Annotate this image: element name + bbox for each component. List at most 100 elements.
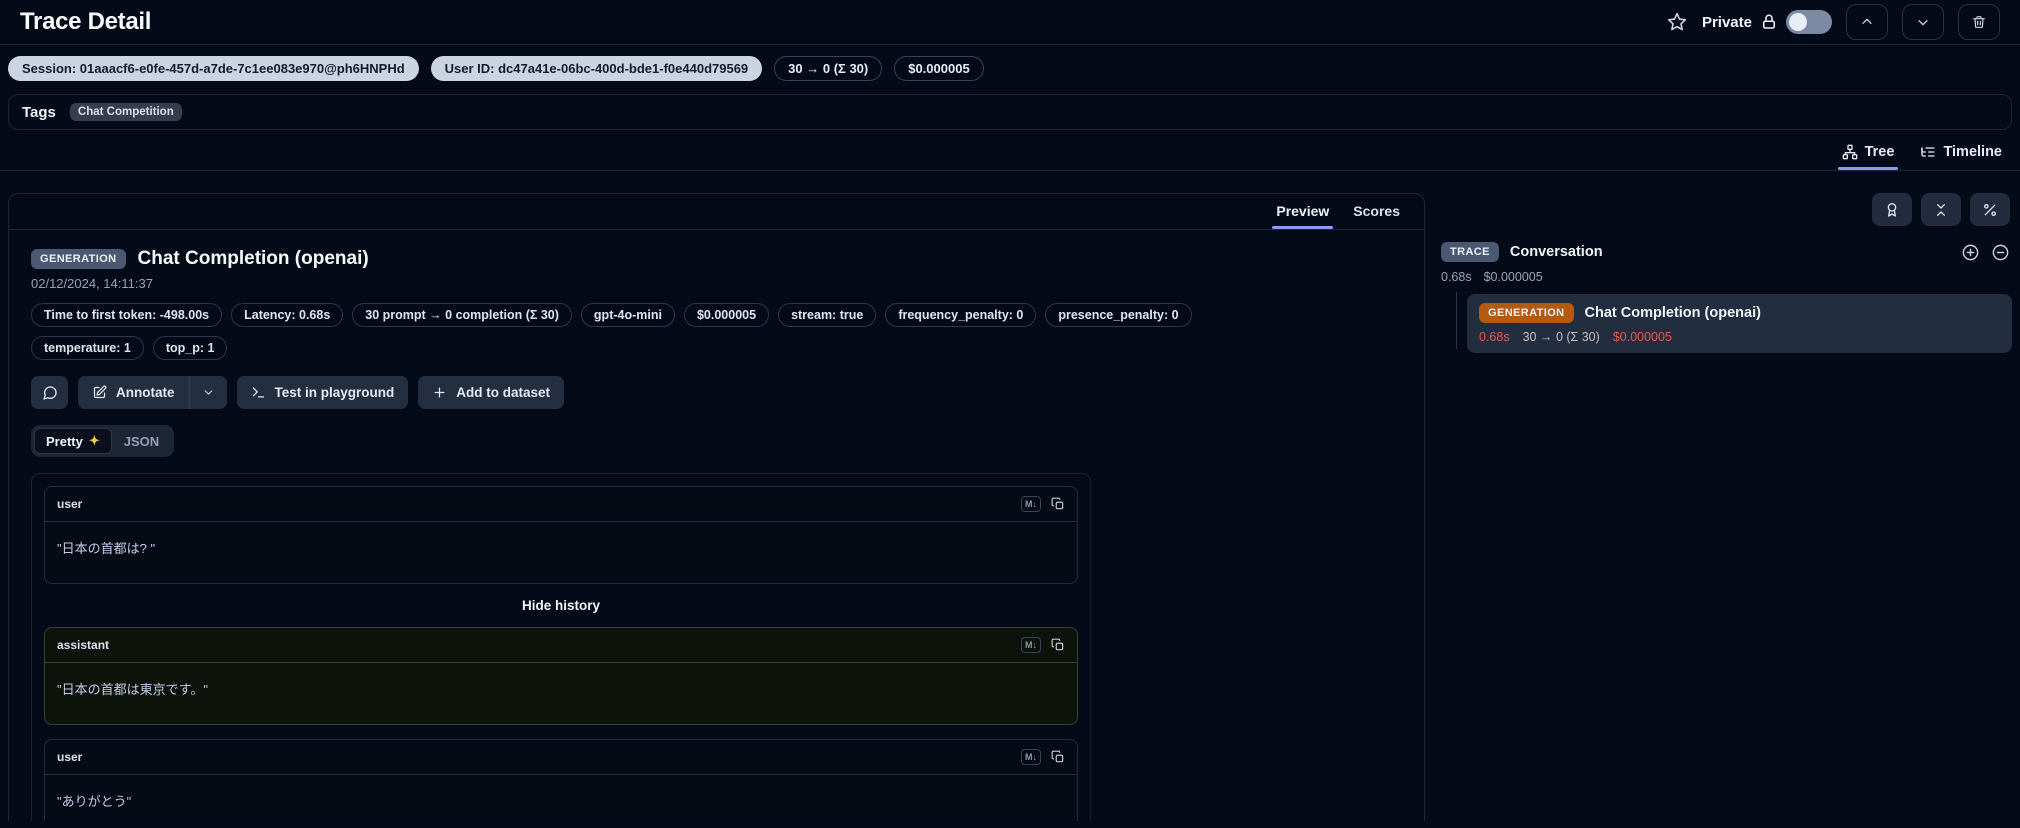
- generation-latency: 0.68s: [1479, 330, 1510, 344]
- page-title: Trace Detail: [20, 8, 152, 35]
- add-to-dataset-button[interactable]: Add to dataset: [418, 376, 565, 409]
- message-actions: M↓: [1021, 749, 1065, 765]
- message-content: "ありがとう": [57, 794, 132, 809]
- generation-node-header: GENERATION Chat Completion (openai): [1479, 303, 2000, 323]
- next-trace-button[interactable]: [1902, 4, 1944, 40]
- tag-chat-competition[interactable]: Chat Competition: [69, 103, 182, 121]
- obs-cost-badge: $0.000005: [683, 303, 770, 327]
- dataset-label: Add to dataset: [456, 385, 551, 400]
- scores-toggle-button[interactable]: [1872, 193, 1912, 226]
- message-actions: M↓: [1021, 637, 1065, 653]
- comment-button[interactable]: [31, 376, 68, 409]
- trace-type-badge: TRACE: [1441, 242, 1499, 262]
- generation-tokens: 30 → 0 (Σ 30): [1522, 330, 1600, 344]
- timeline-icon: [1920, 144, 1936, 160]
- pretty-label: Pretty: [46, 433, 83, 449]
- markdown-icon[interactable]: M↓: [1021, 637, 1041, 653]
- trace-root-node[interactable]: TRACE Conversation: [1439, 238, 2012, 266]
- annotate-dropdown[interactable]: [190, 376, 227, 409]
- annotate-split-button: Annotate: [78, 376, 227, 409]
- privacy-control: Private: [1702, 10, 1832, 34]
- observation-timestamp: 02/12/2024, 14:11:37: [31, 276, 153, 291]
- annotate-button[interactable]: Annotate: [78, 376, 189, 409]
- generation-node-badge: GENERATION: [1479, 303, 1574, 323]
- tags-row: Tags Chat Competition: [8, 94, 2012, 130]
- comment-icon: [42, 385, 58, 401]
- percent-icon: [1982, 202, 1998, 218]
- message-assistant: assistant M↓ "日本の首都は東京です。": [44, 627, 1078, 725]
- message-header: user M↓: [45, 487, 1077, 522]
- message-header: assistant M↓: [45, 628, 1077, 663]
- playground-label: Test in playground: [274, 385, 395, 400]
- test-in-playground-button[interactable]: Test in playground: [236, 376, 409, 409]
- markdown-icon[interactable]: M↓: [1021, 496, 1041, 512]
- observation-title: Chat Completion (openai): [137, 248, 369, 269]
- latency-badge: Latency: 0.68s: [231, 303, 344, 327]
- prompt-completion-badge: 30 prompt → 0 completion (Σ 30): [352, 303, 572, 327]
- message-content: "日本の首都は? ": [57, 541, 156, 556]
- privacy-toggle[interactable]: [1786, 10, 1832, 34]
- message-role: user: [57, 750, 83, 764]
- message-role: assistant: [57, 638, 110, 652]
- prev-trace-button[interactable]: [1846, 4, 1888, 40]
- chevron-up-icon: [1859, 14, 1875, 30]
- tab-timeline[interactable]: Timeline: [1910, 138, 2012, 170]
- view-tabs: Tree Timeline: [0, 130, 2020, 171]
- metrics-toggle-button[interactable]: [1970, 193, 2010, 226]
- generation-node-title: Chat Completion (openai): [1584, 305, 1761, 321]
- plus-icon: [432, 385, 447, 400]
- presence-penalty-badge: presence_penalty: 0: [1045, 303, 1192, 327]
- session-badge[interactable]: Session: 01aaacf6-e0fe-457d-a7de-7c1ee08…: [8, 56, 419, 81]
- generation-node-selected[interactable]: GENERATION Chat Completion (openai) 0.68…: [1467, 294, 2012, 353]
- message-header: user M↓: [45, 740, 1077, 775]
- copy-icon[interactable]: [1051, 497, 1065, 511]
- markdown-icon[interactable]: M↓: [1021, 749, 1041, 765]
- temperature-badge: temperature: 1: [31, 336, 144, 360]
- star-icon[interactable]: [1666, 11, 1688, 33]
- page-header: Trace Detail Private: [0, 0, 2020, 44]
- frequency-penalty-badge: frequency_penalty: 0: [885, 303, 1037, 327]
- tab-scores[interactable]: Scores: [1343, 194, 1410, 229]
- award-icon: [1884, 202, 1900, 218]
- format-json[interactable]: JSON: [112, 428, 171, 454]
- trace-cost: $0.000005: [1483, 270, 1543, 284]
- message-content: "日本の首都は東京です。": [57, 682, 208, 697]
- copy-icon[interactable]: [1051, 638, 1065, 652]
- trace-metrics: 0.68s $0.000005: [1439, 266, 2012, 294]
- copy-icon[interactable]: [1051, 750, 1065, 764]
- chevron-down-icon: [1915, 14, 1931, 30]
- delete-trace-button[interactable]: [1958, 4, 2000, 40]
- trace-tree-panel: TRACE Conversation 0.68s $0.000005 GENER…: [1439, 193, 2012, 821]
- user-id-badge[interactable]: User ID: dc47a41e-06bc-400d-bde1-f0e440d…: [430, 56, 763, 81]
- tab-preview[interactable]: Preview: [1266, 194, 1339, 229]
- collapse-all-button[interactable]: [1921, 193, 1961, 226]
- generation-node-metrics: 0.68s 30 → 0 (Σ 30) $0.000005: [1479, 330, 2000, 344]
- message-user-2: user M↓ "ありがとう": [44, 739, 1078, 821]
- header-controls: Private: [1666, 4, 2000, 40]
- observation-header: GENERATION Chat Completion (openai): [31, 248, 1402, 270]
- privacy-label: Private: [1701, 13, 1752, 31]
- tab-tree[interactable]: Tree: [1832, 138, 1905, 170]
- format-pretty[interactable]: Pretty ✦: [34, 428, 112, 454]
- hide-history-button[interactable]: Hide history: [44, 598, 1078, 613]
- annotate-pen-icon: [92, 385, 107, 400]
- expand-all-icon[interactable]: [1961, 243, 1980, 262]
- tree-toolbar: [1439, 193, 2012, 238]
- format-toggle: Pretty ✦ JSON: [31, 425, 175, 457]
- terminal-icon: [251, 385, 266, 400]
- toggle-knob: [1789, 13, 1807, 31]
- actions-row: Annotate Test in playground Add to datas…: [31, 376, 1402, 409]
- model-badge: gpt-4o-mini: [580, 303, 675, 327]
- message-role: user: [57, 497, 83, 511]
- sparkles-icon: ✦: [88, 433, 100, 448]
- trash-icon: [1971, 14, 1987, 30]
- meta-badges-row: Session: 01aaacf6-e0fe-457d-a7de-7c1ee08…: [0, 45, 2020, 92]
- ttft-badge: Time to first token: -498.00s: [31, 303, 223, 327]
- generation-type-badge: GENERATION: [31, 249, 126, 269]
- collapse-icon[interactable]: [1991, 243, 2010, 262]
- tree-children: GENERATION Chat Completion (openai) 0.68…: [1456, 292, 2012, 353]
- observation-body: GENERATION Chat Completion (openai) 02/1…: [9, 230, 1424, 821]
- tree-icon: [1842, 144, 1858, 160]
- stream-badge: stream: true: [778, 303, 877, 327]
- trace-title: Conversation: [1509, 244, 1603, 260]
